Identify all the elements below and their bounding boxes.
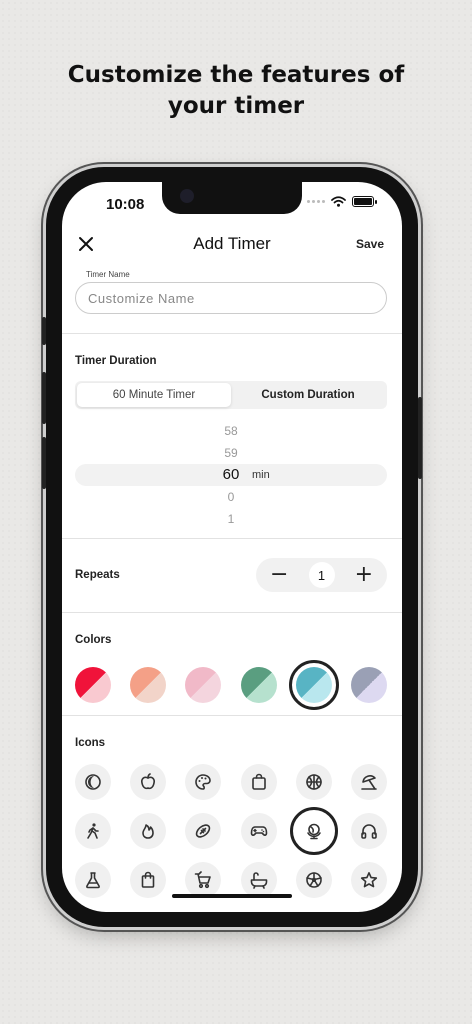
star-icon[interactable]: [351, 862, 387, 898]
phone-screen: 10:08 Add Timer Save Timer Name Timer Du…: [62, 182, 402, 912]
save-button[interactable]: Save: [356, 237, 384, 251]
picker-row[interactable]: 1: [75, 508, 387, 530]
apple-icon[interactable]: [130, 764, 166, 800]
headline: Customize the features of your timer: [0, 60, 472, 122]
headline-line-1: Customize the features of: [67, 62, 405, 88]
phone-frame: 10:08 Add Timer Save Timer Name Timer Du…: [42, 167, 422, 927]
umbrella-beach-icon[interactable]: [351, 764, 387, 800]
volume-up-button: [42, 372, 46, 424]
close-icon[interactable]: [76, 234, 96, 254]
tab-60-minute-timer[interactable]: 60 Minute Timer: [77, 383, 231, 407]
color-swatch[interactable]: [75, 667, 111, 703]
home-indicator: [172, 894, 292, 898]
mute-switch: [42, 317, 46, 345]
repeats-stepper: − 1 +: [256, 558, 387, 592]
color-swatch[interactable]: [241, 667, 277, 703]
status-icons: [307, 196, 377, 207]
picker-unit: min: [252, 469, 270, 481]
bathtub-icon[interactable]: [241, 862, 277, 898]
notch: [162, 182, 302, 214]
camera: [180, 189, 194, 203]
duration-segmented-control: 60 Minute Timer Custom Duration: [75, 381, 387, 409]
picker-row[interactable]: 58: [75, 420, 387, 442]
repeats-value: 1: [308, 562, 335, 588]
globe-icon[interactable]: [296, 813, 332, 849]
increment-button[interactable]: +: [355, 564, 373, 586]
divider: [62, 538, 402, 539]
picker-row[interactable]: 0: [75, 486, 387, 508]
timer-duration-title: Timer Duration: [75, 355, 157, 367]
walking-icon[interactable]: [75, 813, 111, 849]
tab-custom-duration[interactable]: Custom Duration: [231, 383, 385, 407]
cart-icon[interactable]: [185, 862, 221, 898]
nav-bar: Add Timer Save: [62, 232, 402, 262]
volume-down-button: [42, 437, 46, 489]
picker-selected-row[interactable]: 60 min: [75, 464, 387, 486]
color-swatches: [75, 660, 391, 710]
color-swatch[interactable]: [351, 667, 387, 703]
timer-name-input[interactable]: [75, 282, 387, 314]
signal-icon: [307, 200, 325, 203]
page-title: Add Timer: [193, 234, 271, 253]
timer-name-label: Timer Name: [86, 270, 130, 279]
gamepad-icon[interactable]: [241, 813, 277, 849]
color-swatch[interactable]: [296, 667, 332, 703]
bag-icon[interactable]: [130, 862, 166, 898]
icons-title: Icons: [75, 737, 106, 749]
repeats-title: Repeats: [75, 569, 120, 581]
palette-icon[interactable]: [185, 764, 221, 800]
football-icon[interactable]: [185, 813, 221, 849]
picker-row[interactable]: 59: [75, 442, 387, 464]
decrement-button[interactable]: −: [270, 564, 288, 586]
soccer-ball-icon[interactable]: [296, 862, 332, 898]
wifi-icon: [331, 196, 346, 207]
shopping-bag-icon[interactable]: [241, 764, 277, 800]
basketball-icon[interactable]: [296, 764, 332, 800]
colors-title: Colors: [75, 634, 112, 646]
battery-icon: [352, 196, 377, 207]
flame-icon[interactable]: [130, 813, 166, 849]
divider: [62, 612, 402, 613]
power-button: [418, 397, 422, 479]
headphones-icon[interactable]: [351, 813, 387, 849]
picker-selected-value: 60: [222, 466, 240, 483]
moon-icon[interactable]: [75, 764, 111, 800]
divider: [62, 715, 402, 716]
divider: [62, 333, 402, 334]
duration-picker[interactable]: 58 59 60 min 0 1: [75, 420, 387, 530]
color-swatch[interactable]: [185, 667, 221, 703]
flask-icon[interactable]: [75, 862, 111, 898]
color-swatch[interactable]: [130, 667, 166, 703]
status-time: 10:08: [106, 196, 145, 213]
headline-line-2: your timer: [167, 93, 305, 119]
